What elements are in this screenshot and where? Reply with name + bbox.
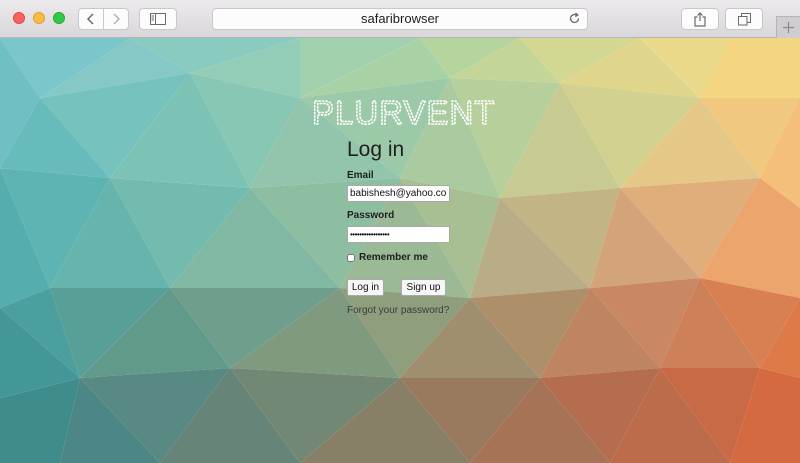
- password-label: Password: [347, 210, 395, 221]
- browser-toolbar: safaribrowser: [0, 0, 800, 38]
- remember-me-row: Remember me: [347, 252, 428, 263]
- tabs-overview-button[interactable]: [725, 8, 763, 30]
- close-window-button[interactable]: [13, 12, 25, 24]
- signup-button[interactable]: Sign up: [401, 279, 446, 296]
- plus-icon: [783, 22, 794, 33]
- minimize-window-button[interactable]: [33, 12, 45, 24]
- remember-me-label: Remember me: [359, 252, 428, 263]
- plurvents-logo: PLURVENTS: [312, 94, 496, 128]
- address-bar[interactable]: safaribrowser: [212, 8, 588, 30]
- sidebar-button[interactable]: [139, 8, 177, 30]
- share-button[interactable]: [681, 8, 719, 30]
- fullscreen-window-button[interactable]: [53, 12, 65, 24]
- tabs-overview-icon: [737, 12, 751, 25]
- chevron-right-icon: [113, 13, 121, 25]
- forgot-password-link[interactable]: Forgot your password?: [347, 305, 449, 316]
- page-title: Log in: [347, 138, 405, 161]
- email-field[interactable]: [347, 185, 450, 202]
- share-icon: [694, 11, 706, 27]
- reload-icon[interactable]: [568, 12, 581, 25]
- login-button[interactable]: Log in: [347, 279, 384, 296]
- back-button[interactable]: [78, 8, 104, 30]
- svg-text:PLURVENTS: PLURVENTS: [312, 94, 496, 128]
- new-tab-button[interactable]: [776, 16, 800, 38]
- sidebar-icon: [150, 13, 166, 25]
- web-page: PLURVENTS Log in Email Password Remember…: [0, 38, 800, 463]
- email-label: Email: [347, 170, 374, 181]
- remember-me-checkbox[interactable]: [347, 253, 355, 262]
- password-field[interactable]: [347, 226, 450, 243]
- address-text: safaribrowser: [360, 11, 440, 26]
- forward-button[interactable]: [103, 8, 129, 30]
- chevron-left-icon: [86, 13, 94, 25]
